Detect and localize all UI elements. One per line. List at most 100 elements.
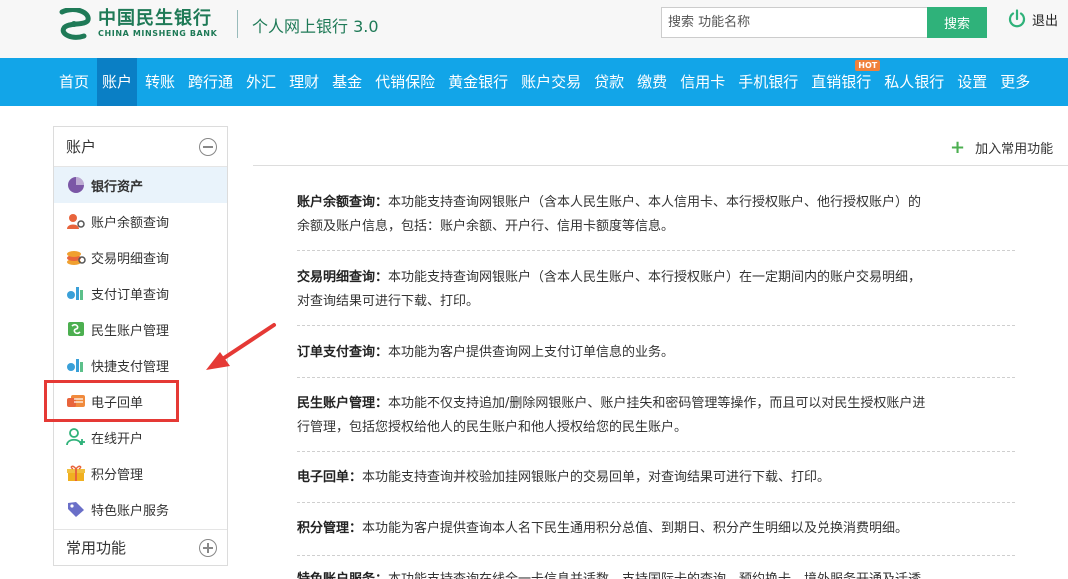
description-text: 本功能为客户提供查询本人名下民生通用积分总值、到期日、积分产生明细以及兑换消费明… — [362, 521, 909, 536]
nav-item[interactable]: 代销保险 — [370, 58, 440, 106]
logo-english-name: CHINA MINSHENG BANK — [98, 29, 218, 38]
cmbc-logo-icon — [59, 8, 91, 40]
nav-item-label: 手机银行 — [738, 73, 799, 91]
description-title: 民生账户管理： — [297, 396, 389, 411]
description-title: 账户余额查询： — [297, 195, 389, 210]
nav-item[interactable]: 首页 — [54, 58, 94, 106]
logout-label: 退出 — [1032, 13, 1059, 29]
nav-item[interactable]: 黄金银行 — [443, 58, 513, 106]
header-separator — [237, 10, 238, 38]
sidebar-item[interactable]: 银行资产 — [54, 167, 227, 203]
search-input[interactable] — [661, 7, 928, 38]
user-add-icon — [66, 428, 86, 446]
nav-item[interactable]: 手机银行 — [733, 58, 803, 106]
quick-pay-icon — [66, 356, 86, 374]
highlight-box — [44, 380, 179, 422]
search-button[interactable]: 搜索 — [927, 7, 987, 38]
description-title: 交易明细查询： — [297, 270, 389, 285]
bank-logo[interactable]: 中国民生银行 CHINA MINSHENG BANK — [54, 8, 217, 40]
description-text: 余额及账户信息，包括：账户余额、开户行、信用卡额度等信息。 — [297, 219, 675, 234]
nav-item[interactable]: 信用卡 — [675, 58, 730, 106]
sidebar-item-label: 快捷支付管理 — [91, 359, 170, 375]
nav-item-label: 代销保险 — [375, 73, 436, 91]
description-text: 本功能为客户提供查询网上支付订单信息的业务。 — [388, 345, 675, 360]
nav-item[interactable]: 账户 — [97, 58, 138, 106]
nav-item-label: 信用卡 — [680, 73, 726, 91]
sidebar-item-label: 交易明细查询 — [91, 251, 170, 267]
nav-item-label: 首页 — [59, 73, 90, 91]
sidebar-item-label: 特色账户服务 — [91, 503, 170, 519]
sidebar-item-label: 民生账户管理 — [91, 323, 170, 339]
main-nav: 首页 账户 转账 跨行通 外汇 理财 基金 代销保险 黄金银行 账户交易 贷款 缴费 信用卡 手机银行 直销… — [0, 58, 1068, 106]
coins-search-icon — [66, 248, 86, 266]
nav-item[interactable]: 私人银行 — [879, 58, 949, 106]
dashed-divider — [297, 377, 1015, 378]
nav-item-label: 理财 — [289, 73, 320, 91]
description-text: 本功能不仅支持追加/删除网银账户、账户挂失和密码管理等操作，而且可以对民生授权账… — [388, 396, 926, 411]
nav-item-label: 账户交易 — [521, 73, 582, 91]
sidebar-item[interactable]: 交易明细查询 — [54, 239, 227, 275]
dashed-divider — [297, 451, 1015, 452]
nav-item-label: 设置 — [957, 73, 988, 91]
sidebar-item-label: 银行资产 — [91, 179, 144, 195]
nav-item[interactable]: 设置 — [952, 58, 992, 106]
dashed-divider — [297, 502, 1015, 503]
nav-item-label: 基金 — [332, 73, 363, 91]
dashed-divider — [297, 250, 1015, 251]
sidebar-header[interactable]: 账户 — [54, 127, 227, 167]
sidebar-title: 账户 — [66, 138, 97, 156]
sidebar-item[interactable]: 积分管理 — [54, 455, 227, 491]
sidebar-item[interactable]: 特色账户服务 — [54, 491, 227, 527]
pie-chart-icon — [66, 176, 86, 194]
description-block: 电子回单：本功能支持查询并校验加挂网银账户的交易回单，对查询结果可进行下载、打印… — [297, 466, 1015, 490]
nav-item[interactable]: 更多 — [995, 58, 1035, 106]
user-search-icon — [66, 212, 86, 230]
plus-icon: + — [950, 136, 966, 158]
description-text: 本功能支持查询网银账户（含本人民生账户、本行授权账户）在一定期间内的账户交易明细… — [388, 270, 922, 285]
description-title: 积分管理： — [297, 521, 363, 536]
description-block: 民生账户管理：本功能不仅支持追加/删除网银账户、账户挂失和密码管理等操作，而且可… — [297, 392, 1015, 440]
nav-item[interactable]: 跨行通 — [183, 58, 238, 106]
nav-item[interactable]: 贷款 — [589, 58, 629, 106]
logout-button[interactable]: 退出 — [1007, 9, 1058, 29]
nav-item-label: 黄金银行 — [448, 73, 509, 91]
description-title: 电子回单： — [297, 470, 363, 485]
nav-item-label: 更多 — [1000, 73, 1031, 91]
nav-item-label: 外汇 — [246, 73, 277, 91]
nav-item[interactable]: 账户交易 — [516, 58, 586, 106]
description-text: 行管理，包括您授权给他人的民生账户和他人授权给您的民生账户。 — [297, 420, 688, 435]
description-block: 特色账户服务：本功能支持查询在线全一卡信息并适数，支持国际卡的查询、预约换卡、境… — [297, 568, 1015, 579]
sidebar-item-label: 在线开户 — [91, 431, 144, 447]
nav-item[interactable]: 理财 — [284, 58, 324, 106]
logo-chinese-name: 中国民生银行 — [98, 8, 212, 29]
nav-item[interactable]: 转账 — [140, 58, 180, 106]
nav-item[interactable]: 直销银行 HOT — [806, 58, 881, 106]
sidebar-footer[interactable]: 常用功能 — [54, 529, 227, 565]
nav-item-label: 跨行通 — [188, 73, 234, 91]
description-block: 交易明细查询：本功能支持查询网银账户（含本人民生账户、本行授权账户）在一定期间内… — [297, 266, 1015, 314]
description-text: 本功能支持查询并校验加挂网银账户的交易回单，对查询结果可进行下载、打印。 — [362, 470, 831, 485]
description-title: 订单支付查询： — [297, 345, 389, 360]
dashed-divider — [297, 555, 1015, 556]
sidebar-item-label: 账户余额查询 — [91, 215, 170, 231]
annotation-arrow-icon — [206, 323, 276, 370]
nav-item-label: 直销银行 — [811, 73, 872, 91]
tag-icon — [66, 500, 86, 518]
expand-icon[interactable] — [199, 539, 217, 557]
description-block: 订单支付查询：本功能为客户提供查询网上支付订单信息的业务。 — [297, 341, 1015, 365]
nav-item-label: 账户 — [102, 73, 133, 91]
nav-item-label: 贷款 — [594, 73, 625, 91]
description-text: 本功能支持查询在线全一卡信息并适数，支持国际卡的查询、预约换卡、境外服务开通及迁… — [388, 572, 921, 579]
sidebar-item[interactable]: 账户余额查询 — [54, 203, 227, 239]
nav-item[interactable]: 基金 — [327, 58, 367, 106]
collapse-icon[interactable] — [199, 138, 217, 156]
nav-item[interactable]: 外汇 — [241, 58, 281, 106]
nav-item[interactable]: 缴费 — [632, 58, 672, 106]
sidebar-item[interactable]: 支付订单查询 — [54, 275, 227, 311]
add-favorite-button[interactable]: + 加入常用功能 — [950, 138, 1053, 157]
sidebar-item[interactable]: 在线开户 — [54, 419, 227, 455]
sidebar-footer-title: 常用功能 — [66, 539, 127, 557]
dashed-divider — [297, 325, 1015, 326]
content-divider — [253, 165, 1068, 166]
add-favorite-label: 加入常用功能 — [975, 142, 1054, 157]
